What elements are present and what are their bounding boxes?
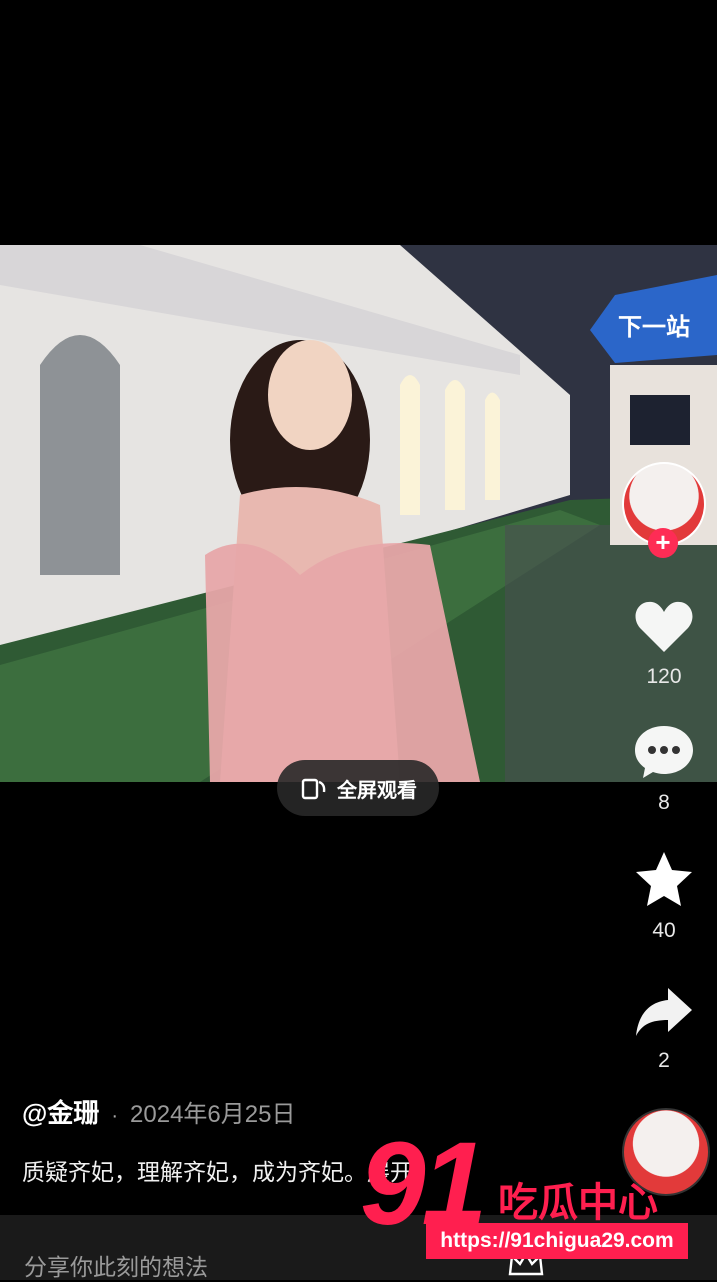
post-caption[interactable]: 质疑齐妃，理解齐妃，成为齐妃。展开 xyxy=(22,1153,413,1187)
favorite-button[interactable]: 40 xyxy=(620,850,708,943)
watermark-url: https://91chigua29.com xyxy=(426,1223,688,1259)
video-player[interactable]: 下一站 xyxy=(0,245,717,782)
watermark: 91 吃瓜中心 https://91chigua29.com xyxy=(360,1125,717,1280)
comment-button[interactable]: 8 xyxy=(620,724,708,815)
watermark-name: 吃瓜中心 xyxy=(498,1181,658,1225)
comment-bubble-icon xyxy=(635,726,693,778)
fullscreen-label: 全屏观看 xyxy=(337,779,417,802)
share-arrow-icon xyxy=(636,988,692,1036)
follow-button[interactable]: + xyxy=(648,528,678,558)
star-icon xyxy=(636,852,692,906)
post-date: 2024年6月25日 xyxy=(130,1101,296,1128)
share-button[interactable]: 2 xyxy=(620,986,708,1073)
comment-count: 8 xyxy=(658,791,670,814)
heart-icon xyxy=(635,601,693,652)
like-button[interactable]: 120 xyxy=(620,600,708,689)
rotate-screen-icon xyxy=(301,778,326,800)
favorite-count: 40 xyxy=(652,919,676,942)
like-count: 120 xyxy=(646,665,682,688)
share-count: 2 xyxy=(658,1049,670,1072)
video-frame: 下一站 xyxy=(0,245,717,782)
meta-separator: · xyxy=(111,1105,119,1127)
fullscreen-button[interactable]: 全屏观看 xyxy=(277,760,439,816)
author-name[interactable]: @金珊 xyxy=(22,1093,99,1130)
post-meta: @金珊 · 2024年6月25日 xyxy=(22,1093,295,1130)
comment-input[interactable]: 分享你此刻的想法 xyxy=(24,1248,208,1282)
author-avatar-group[interactable]: + xyxy=(622,462,706,562)
station-sign-text: 下一站 xyxy=(618,313,690,341)
